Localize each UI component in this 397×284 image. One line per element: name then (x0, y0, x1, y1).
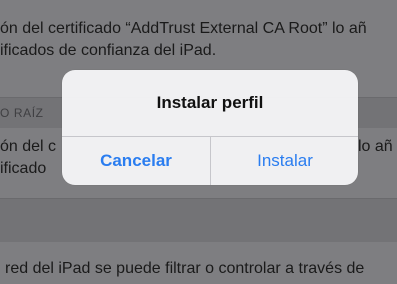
background-text-line: ón del c (0, 138, 57, 155)
background-section-gap (0, 198, 397, 242)
background-text-line: ificado (0, 160, 47, 177)
divider (0, 198, 397, 199)
install-profile-alert: Instalar perfil Cancelar Instalar (62, 70, 358, 185)
background-text-line: ón del certificado “AddTrust External CA… (0, 20, 367, 37)
background-section-header-label: O RAÍZ (0, 106, 44, 120)
background-text-line: ificados de confianza del iPad. (0, 42, 217, 59)
cancel-button[interactable]: Cancelar (62, 137, 210, 185)
background-text-line: red del iPad se puede filtrar o controla… (5, 260, 365, 277)
screen: ón del certificado “AddTrust External CA… (0, 0, 397, 284)
alert-title: Instalar perfil (156, 93, 264, 112)
install-button[interactable]: Instalar (211, 137, 358, 185)
background-text-line: lo añ (358, 138, 393, 155)
